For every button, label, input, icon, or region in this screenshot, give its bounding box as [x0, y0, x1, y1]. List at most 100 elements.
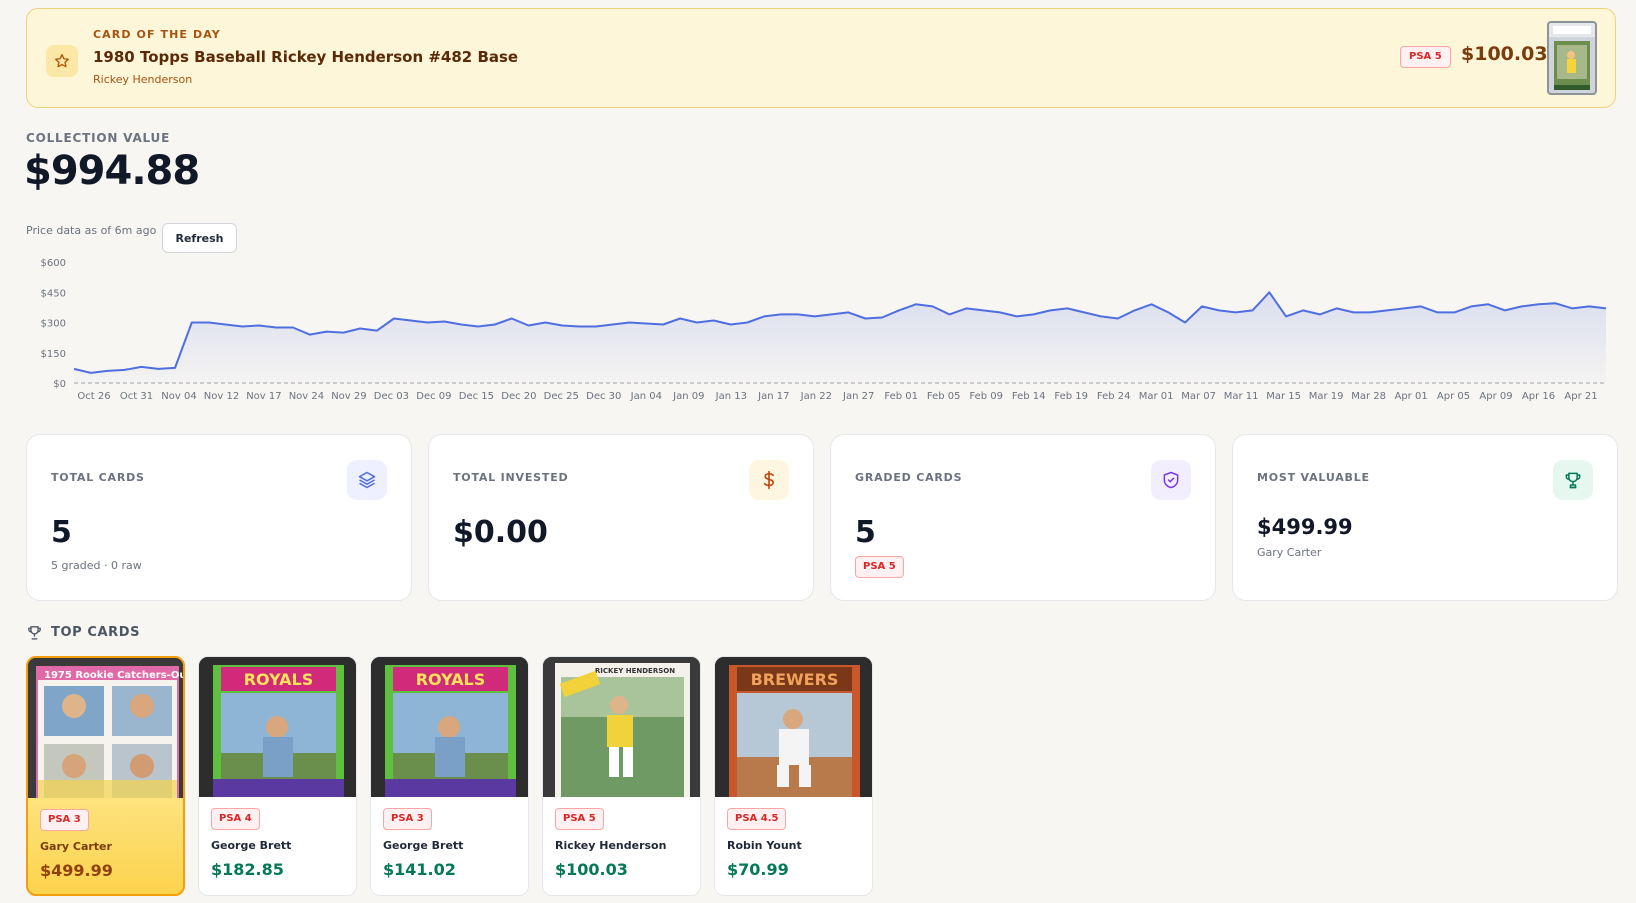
stat-card-most-valuable: MOST VALUABLE $499.99 Gary Carter — [1232, 434, 1618, 601]
price-asof-text: Price data as of 6m ago — [26, 224, 157, 237]
x-tick-label: Feb 01 — [884, 391, 918, 402]
star-icon — [46, 45, 78, 77]
card-name: Robin Yount — [727, 839, 802, 852]
x-tick-label: Mar 01 — [1139, 391, 1174, 402]
card-price: $141.02 — [383, 860, 456, 879]
chart-area — [74, 292, 1606, 383]
stat-card-total-invested: TOTAL INVESTED $0.00 — [428, 434, 814, 601]
top-card-item[interactable]: ROYALS PSA 3 George Brett $141.02 — [370, 656, 529, 896]
y-tick-label: $150 — [41, 349, 66, 360]
x-tick-label: Mar 15 — [1266, 391, 1301, 402]
stat-sub: 5 graded · 0 raw — [51, 559, 142, 572]
x-tick-label: Jan 17 — [757, 391, 789, 402]
refresh-button[interactable]: Refresh — [162, 223, 237, 253]
x-tick-label: Oct 31 — [120, 391, 153, 402]
x-tick-label: Mar 28 — [1351, 391, 1386, 402]
card-price: $70.99 — [727, 860, 789, 879]
card-image: 1975 Rookie Catchers-Outfielders — [28, 658, 183, 798]
stat-value: 5 — [51, 515, 72, 550]
x-tick-label: Mar 07 — [1181, 391, 1216, 402]
card-header-text: ROYALS — [244, 670, 314, 689]
collection-value: $994.88 — [24, 148, 200, 194]
card-image: RICKEY HENDERSON — [543, 657, 700, 797]
grade-badge: PSA 5 — [855, 556, 904, 578]
x-tick-label: Dec 20 — [501, 391, 536, 402]
trophy-icon — [1553, 460, 1593, 500]
x-tick-label: Feb 24 — [1097, 391, 1131, 402]
grade-badge: PSA 3 — [40, 809, 89, 831]
stat-value: 5 — [855, 515, 876, 550]
top-card-item[interactable]: ROYALS PSA 4 George Brett $182.85 — [198, 656, 357, 896]
card-image: BREWERS — [715, 657, 872, 797]
x-tick-label: Feb 14 — [1012, 391, 1046, 402]
x-tick-label: Jan 13 — [715, 391, 747, 402]
layers-icon — [347, 460, 387, 500]
x-tick-label: Apr 16 — [1522, 391, 1555, 402]
x-tick-label: Nov 24 — [289, 391, 324, 402]
card-of-day-title[interactable]: 1980 Topps Baseball Rickey Henderson #48… — [93, 48, 518, 66]
card-thumbnail[interactable] — [1547, 21, 1597, 95]
stat-card-total-cards: TOTAL CARDS 5 5 graded · 0 raw — [26, 434, 412, 601]
card-name: Gary Carter — [40, 840, 112, 853]
x-tick-label: Jan 04 — [630, 391, 662, 402]
dollar-icon — [749, 460, 789, 500]
x-tick-label: Oct 26 — [77, 391, 110, 402]
x-tick-label: Jan 09 — [672, 391, 704, 402]
card-of-day-label: CARD OF THE DAY — [93, 28, 221, 41]
card-image: ROYALS — [371, 657, 528, 797]
grade-badge: PSA 5 — [555, 808, 604, 830]
stat-sub: Gary Carter — [1257, 546, 1322, 559]
x-tick-label: Apr 01 — [1394, 391, 1427, 402]
y-tick-label: $300 — [41, 319, 66, 330]
top-cards-heading: TOP CARDS — [26, 624, 140, 641]
x-tick-label: Jan 27 — [842, 391, 874, 402]
x-tick-label: Dec 09 — [416, 391, 451, 402]
x-tick-label: Nov 04 — [161, 391, 196, 402]
x-tick-label: Apr 09 — [1479, 391, 1512, 402]
collection-value-chart[interactable]: $600 $450 $300 $150 $0 Oct 26 Oct 31 Nov 04 Nov … — [26, 252, 1616, 407]
trophy-icon — [28, 626, 41, 640]
card-price: $499.99 — [40, 861, 113, 880]
stat-card-graded-cards: GRADED CARDS 5 PSA 5 — [830, 434, 1216, 601]
y-tick-label: $450 — [41, 288, 66, 299]
stat-label: MOST VALUABLE — [1257, 471, 1370, 484]
card-name: George Brett — [383, 839, 464, 852]
card-header-text: 1975 Rookie Catchers-Outfielders — [44, 670, 183, 681]
card-header-text: RICKEY HENDERSON — [595, 667, 675, 675]
card-of-day-price: $100.03 — [1461, 43, 1548, 65]
card-price: $100.03 — [555, 860, 628, 879]
x-tick-label: Feb 19 — [1054, 391, 1088, 402]
card-image: ROYALS — [199, 657, 356, 797]
top-card-item[interactable]: BREWERS PSA 4.5 Robin Yount $70.99 — [714, 656, 873, 896]
x-tick-label: Dec 03 — [374, 391, 409, 402]
x-tick-label: Feb 09 — [969, 391, 1003, 402]
shield-icon — [1151, 460, 1191, 500]
card-header-text: BREWERS — [751, 670, 839, 689]
grade-badge: PSA 3 — [383, 808, 432, 830]
x-tick-label: Feb 05 — [927, 391, 961, 402]
card-name: George Brett — [211, 839, 292, 852]
grade-badge: PSA 5 — [1400, 46, 1451, 68]
x-tick-label: Apr 05 — [1437, 391, 1470, 402]
y-tick-label: $600 — [41, 258, 66, 269]
x-tick-label: Mar 11 — [1224, 391, 1259, 402]
top-cards-label: TOP CARDS — [51, 625, 141, 640]
x-tick-label: Dec 30 — [586, 391, 621, 402]
stat-label: TOTAL CARDS — [51, 471, 145, 484]
x-tick-label: Nov 17 — [246, 391, 281, 402]
x-tick-label: Nov 12 — [204, 391, 239, 402]
x-tick-label: Mar 19 — [1309, 391, 1344, 402]
x-tick-label: Dec 15 — [459, 391, 494, 402]
top-card-item[interactable]: RICKEY HENDERSON PSA 5 Rickey Henderson … — [542, 656, 701, 896]
collection-value-label: COLLECTION VALUE — [26, 131, 171, 145]
x-tick-label: Dec 25 — [544, 391, 579, 402]
stat-label: TOTAL INVESTED — [453, 471, 569, 484]
card-name: Rickey Henderson — [555, 839, 667, 852]
card-price: $182.85 — [211, 860, 284, 879]
grade-badge: PSA 4.5 — [727, 808, 787, 830]
top-card-item[interactable]: 1975 Rookie Catchers-Outfielders PSA 3 G… — [26, 656, 185, 896]
stat-value: $0.00 — [453, 515, 548, 550]
card-of-the-day-banner[interactable]: CARD OF THE DAY 1980 Topps Baseball Rick… — [26, 8, 1616, 108]
stat-value: $499.99 — [1257, 515, 1353, 539]
card-of-day-player: Rickey Henderson — [93, 73, 193, 86]
